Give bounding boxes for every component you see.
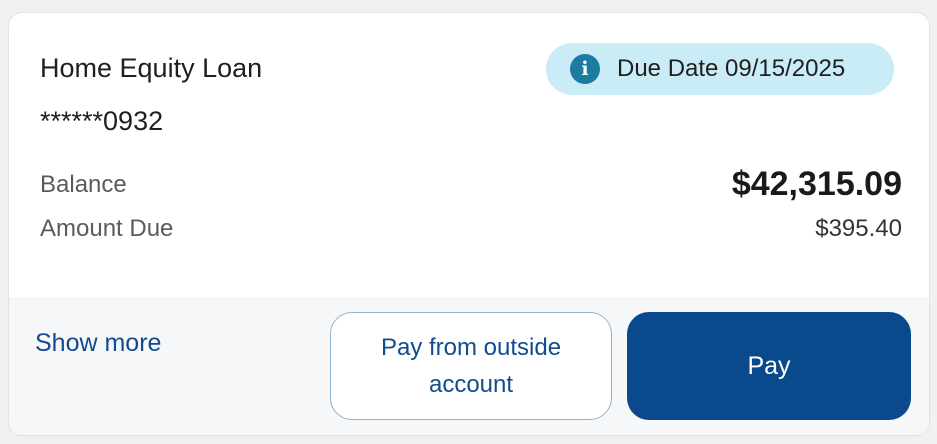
due-date-badge: i Due Date 09/15/2025 — [546, 43, 894, 95]
loan-card: Home Equity Loan ******0932 i Due Date 0… — [8, 12, 930, 436]
amount-due-value: $395.40 — [815, 215, 902, 242]
due-date-text: Due Date 09/15/2025 — [617, 55, 846, 82]
account-number: ******0932 — [40, 106, 164, 136]
pay-from-outside-account-button[interactable]: Pay from outside account — [330, 312, 612, 420]
pay-button[interactable]: Pay — [627, 312, 911, 420]
card-footer: Show more Pay from outside account Pay — [9, 297, 929, 435]
show-more-link[interactable]: Show more — [35, 329, 161, 358]
balance-value: $42,315.09 — [731, 165, 902, 203]
balance-label: Balance — [40, 171, 127, 198]
loan-name: Home Equity Loan — [40, 53, 263, 83]
amount-due-label: Amount Due — [40, 215, 174, 242]
info-icon: i — [570, 54, 600, 84]
